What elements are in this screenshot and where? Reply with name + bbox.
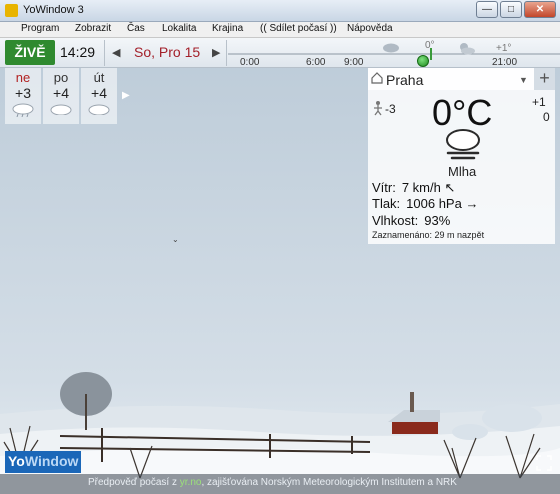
close-button[interactable]: ✕ [524,1,556,18]
wind-row: Vítr: 7 km/h ↖ [372,180,455,196]
credit-text: , zajišťována Norským Meteorologickým In… [201,477,457,488]
menu-share-weather[interactable]: (( Sdílet počasí )) [260,23,337,34]
day-name: po [53,70,69,85]
location-name[interactable]: Praha [386,72,423,88]
pressure-value: 1006 hPa → [406,196,479,211]
pressure-row: Tlak: 1006 hPa → [372,196,478,211]
app-logo-icon [5,4,18,17]
rain-cloud-icon [11,103,35,120]
menu-bar: Program Zobrazit Čas Lokalita Krajina ((… [0,22,560,38]
menu-time[interactable]: Čas [127,23,145,34]
day-temperature: +4 [91,85,107,101]
forecast-day[interactable]: ne +3 [5,68,41,124]
timeline-current-marker [430,48,432,60]
wind-value: 7 km/h ↖ [401,180,456,195]
high-temperature: +1 [532,95,546,109]
date-label: So, Pro 15 [134,44,201,60]
wind-label: Vítr: [372,180,396,195]
cloud-icon [87,103,111,118]
cloud-icon [381,41,401,56]
day-temperature: +4 [53,85,69,101]
timeline-hour: 6:00 [306,57,326,68]
observation-time: Zaznamenáno: 29 m nazpět [372,230,485,240]
timeline-hour: 21:00 [492,57,518,68]
yowindow-app: ⌄ YoWindow 3 — □ ✕ Program Zobrazit Čas … [0,0,560,494]
toolbar-divider [226,40,227,66]
forecast-strip: ne +3 po +4 út +4 ▶ [5,68,130,124]
yr-no-link[interactable]: yr.no [180,477,202,488]
menu-view[interactable]: Zobrazit [75,23,111,34]
menu-program[interactable]: Program [21,23,59,34]
svg-text:⌄: ⌄ [172,235,179,244]
fullscreen-icon[interactable] [536,455,552,474]
credit-text: Předpověď počasí z [88,477,180,488]
feels-like-temperature: -3 [385,102,396,116]
timeline-hour: 0:00 [240,57,260,68]
time-toolbar: ŽIVĚ 14:29 ◀ So, Pro 15 ▶ 0:00 6:00 9:00… [0,38,560,68]
minimize-button[interactable]: — [476,1,498,18]
forecast-day[interactable]: po +4 [43,68,79,124]
menu-location[interactable]: Lokalita [162,23,196,34]
low-temperature: 0 [543,110,550,124]
fog-icon [442,128,484,163]
forecast-day[interactable]: út +4 [81,68,117,124]
timeline-scrubber[interactable]: 0:00 6:00 9:00 21:00 +1° 0° [228,40,560,68]
window-title: YoWindow 3 [23,4,84,16]
cloud-icon [49,103,73,118]
next-day-arrow-icon[interactable]: ▶ [212,46,220,59]
moon-cloud-icon [456,41,476,58]
day-temperature: +3 [15,85,31,101]
menu-landscape[interactable]: Krajina [212,23,243,34]
day-name: út [93,70,105,85]
previous-day-arrow-icon[interactable]: ◀ [112,46,120,59]
title-bar: YoWindow 3 — □ ✕ [0,0,560,22]
timeline-hour: 9:00 [344,57,364,68]
timeline-temperature: +1° [496,43,512,54]
feels-like-person-icon [372,100,384,119]
yowindow-brand-logo[interactable]: YoWindow [5,451,82,473]
humidity-label: Vlhkost: [372,213,419,228]
brand-window: Window [24,453,79,469]
brand-yo: Yo [8,453,25,469]
current-weather-panel: Praha ▼ + -3 0°C +1 0 Mlha Vítr: 7 km/h ↖… [368,68,555,244]
menu-help[interactable]: Nápověda [347,23,393,34]
more-forecast-arrow-icon[interactable]: ▶ [122,90,130,101]
day-name: ne [15,70,31,85]
timeline-handle[interactable] [417,55,429,67]
home-icon [370,71,384,88]
toolbar-divider [104,40,105,66]
maximize-button[interactable]: □ [500,1,522,18]
weather-condition: Mlha [448,164,477,179]
humidity-row: Vlhkost: 93% [372,213,450,228]
current-time: 14:29 [60,44,96,60]
humidity-value: 93% [424,213,451,228]
add-location-button[interactable]: + [534,68,555,90]
forecast-credit: Předpověď počasí z yr.no, zajišťována No… [88,477,457,488]
pressure-label: Tlak: [372,196,401,211]
location-header: Praha ▼ + [368,68,555,90]
chevron-down-icon[interactable]: ▼ [519,75,528,85]
live-button[interactable]: ŽIVĚ [5,40,55,65]
